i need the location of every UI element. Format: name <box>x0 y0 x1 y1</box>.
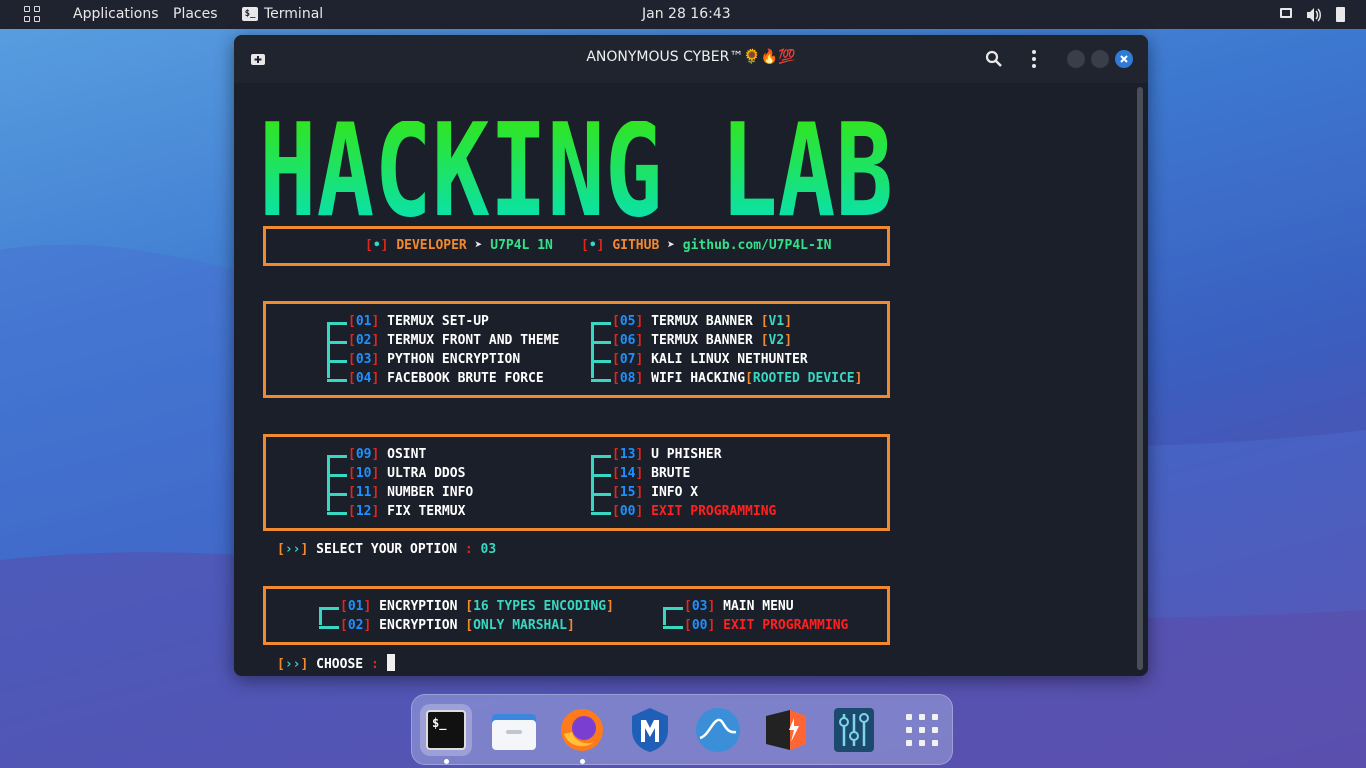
menu-option-10[interactable]: [10] ULTRA DDOS <box>348 464 465 483</box>
menu-option-05[interactable]: [05] TERMUX BANNER [V1] <box>612 312 792 331</box>
dock-settings[interactable] <box>828 704 880 756</box>
encryption-option-02[interactable]: [02] ENCRYPTION [ONLY MARSHAL] <box>340 616 575 635</box>
menu-option-13[interactable]: [13] U PHISHER <box>612 445 722 464</box>
select-option-prompt: [››] SELECT YOUR OPTION : 03 <box>277 542 497 557</box>
menu-option-11[interactable]: [11] NUMBER INFO <box>348 483 473 502</box>
svg-text:HACKING LAB: HACKING LAB <box>259 121 893 221</box>
running-indicator <box>444 759 449 764</box>
scrollbar[interactable] <box>1137 87 1143 670</box>
title-bar: ANONYMOUS CYBER™🌻🔥💯 <box>234 35 1148 83</box>
tree-connector <box>319 608 322 625</box>
menu-option-03[interactable]: [03] PYTHON ENCRYPTION <box>348 350 520 369</box>
terminal-icon: $_ <box>426 710 466 750</box>
tree-connector <box>327 323 330 378</box>
text-cursor <box>386 654 395 671</box>
window-title: ANONYMOUS CYBER™🌻🔥💯 <box>586 49 796 65</box>
encryption-option-01[interactable]: [01] ENCRYPTION [16 TYPES ENCODING] <box>340 597 614 616</box>
dock-firefox[interactable] <box>556 704 608 756</box>
terminal-output[interactable]: HACKING LAB [•] DEVELOPER ➤ U7P4L 1N [•]… <box>234 83 1148 676</box>
dock-app-grid[interactable] <box>896 704 948 756</box>
folder-icon <box>492 714 536 750</box>
github-line: [•] GITHUB ➤ github.com/U7P4L-IN <box>581 238 832 253</box>
menu-option-01[interactable]: [01] TERMUX SET-UP <box>348 312 489 331</box>
terminal-window: ANONYMOUS CYBER™🌻🔥💯 HACKING LAB [•] DEVE… <box>234 35 1148 676</box>
dock-files[interactable] <box>488 704 540 756</box>
dock-wireshark[interactable] <box>692 704 744 756</box>
hacking-lab-banner: HACKING LAB <box>259 121 893 221</box>
exit-option[interactable]: [00] EXIT PROGRAMMING <box>684 616 848 635</box>
developer-line: [•] DEVELOPER ➤ U7P4L 1N <box>365 238 553 253</box>
burpsuite-icon <box>766 710 806 750</box>
firefox-icon <box>561 709 603 751</box>
battery-icon[interactable] <box>1336 0 1346 29</box>
metasploit-icon <box>632 708 668 752</box>
active-app-name[interactable]: Terminal <box>264 0 323 29</box>
menu-option-08[interactable]: [08] WIFI HACKING[ROOTED DEVICE] <box>612 369 862 388</box>
menu-option-02[interactable]: [02] TERMUX FRONT AND THEME <box>348 331 559 350</box>
wireshark-icon <box>696 708 740 752</box>
maximize-button[interactable] <box>1091 50 1109 68</box>
menu-option-06[interactable]: [06] TERMUX BANNER [V2] <box>612 331 792 350</box>
menu-option-04[interactable]: [04] FACEBOOK BRUTE FORCE <box>348 369 544 388</box>
running-indicator <box>580 759 585 764</box>
menu-option-14[interactable]: [14] BRUTE <box>612 464 690 483</box>
dock-terminal[interactable]: $_ <box>420 704 472 756</box>
top-panel: Applications Places $_ Terminal Jan 28 1… <box>0 0 1366 29</box>
menu-option-15[interactable]: [15] INFO X <box>612 483 698 502</box>
menu-option-09[interactable]: [09] OSINT <box>348 445 426 464</box>
close-icon <box>1120 55 1128 63</box>
places-menu[interactable]: Places <box>173 0 218 29</box>
choose-prompt[interactable]: [››] CHOOSE : <box>277 654 395 673</box>
menu-option-07[interactable]: [07] KALI LINUX NETHUNTER <box>612 350 808 369</box>
minimize-button[interactable] <box>1067 50 1085 68</box>
settings-sliders-icon <box>834 708 874 752</box>
tree-connector <box>591 456 594 511</box>
clock[interactable]: Jan 28 16:43 <box>642 0 731 29</box>
activities-grid-icon[interactable] <box>24 6 41 23</box>
dock-metasploit[interactable] <box>624 704 676 756</box>
display-icon[interactable] <box>1280 0 1294 29</box>
applications-menu[interactable]: Applications <box>73 0 159 29</box>
main-menu-option[interactable]: [03] MAIN MENU <box>684 597 794 616</box>
menu-kebab-icon[interactable] <box>1022 47 1046 71</box>
terminal-app-icon: $_ <box>242 0 258 29</box>
volume-icon[interactable] <box>1306 0 1322 29</box>
tree-connector <box>327 456 330 511</box>
menu-option-exit[interactable]: [00] EXIT PROGRAMMING <box>612 502 776 521</box>
dock: $_ <box>411 694 953 765</box>
dock-burpsuite[interactable] <box>760 704 812 756</box>
close-button[interactable] <box>1115 50 1133 68</box>
tree-connector <box>591 323 594 378</box>
tree-connector <box>663 608 666 625</box>
app-grid-icon <box>906 714 938 746</box>
menu-option-12[interactable]: [12] FIX TERMUX <box>348 502 465 521</box>
search-icon[interactable] <box>982 47 1006 71</box>
